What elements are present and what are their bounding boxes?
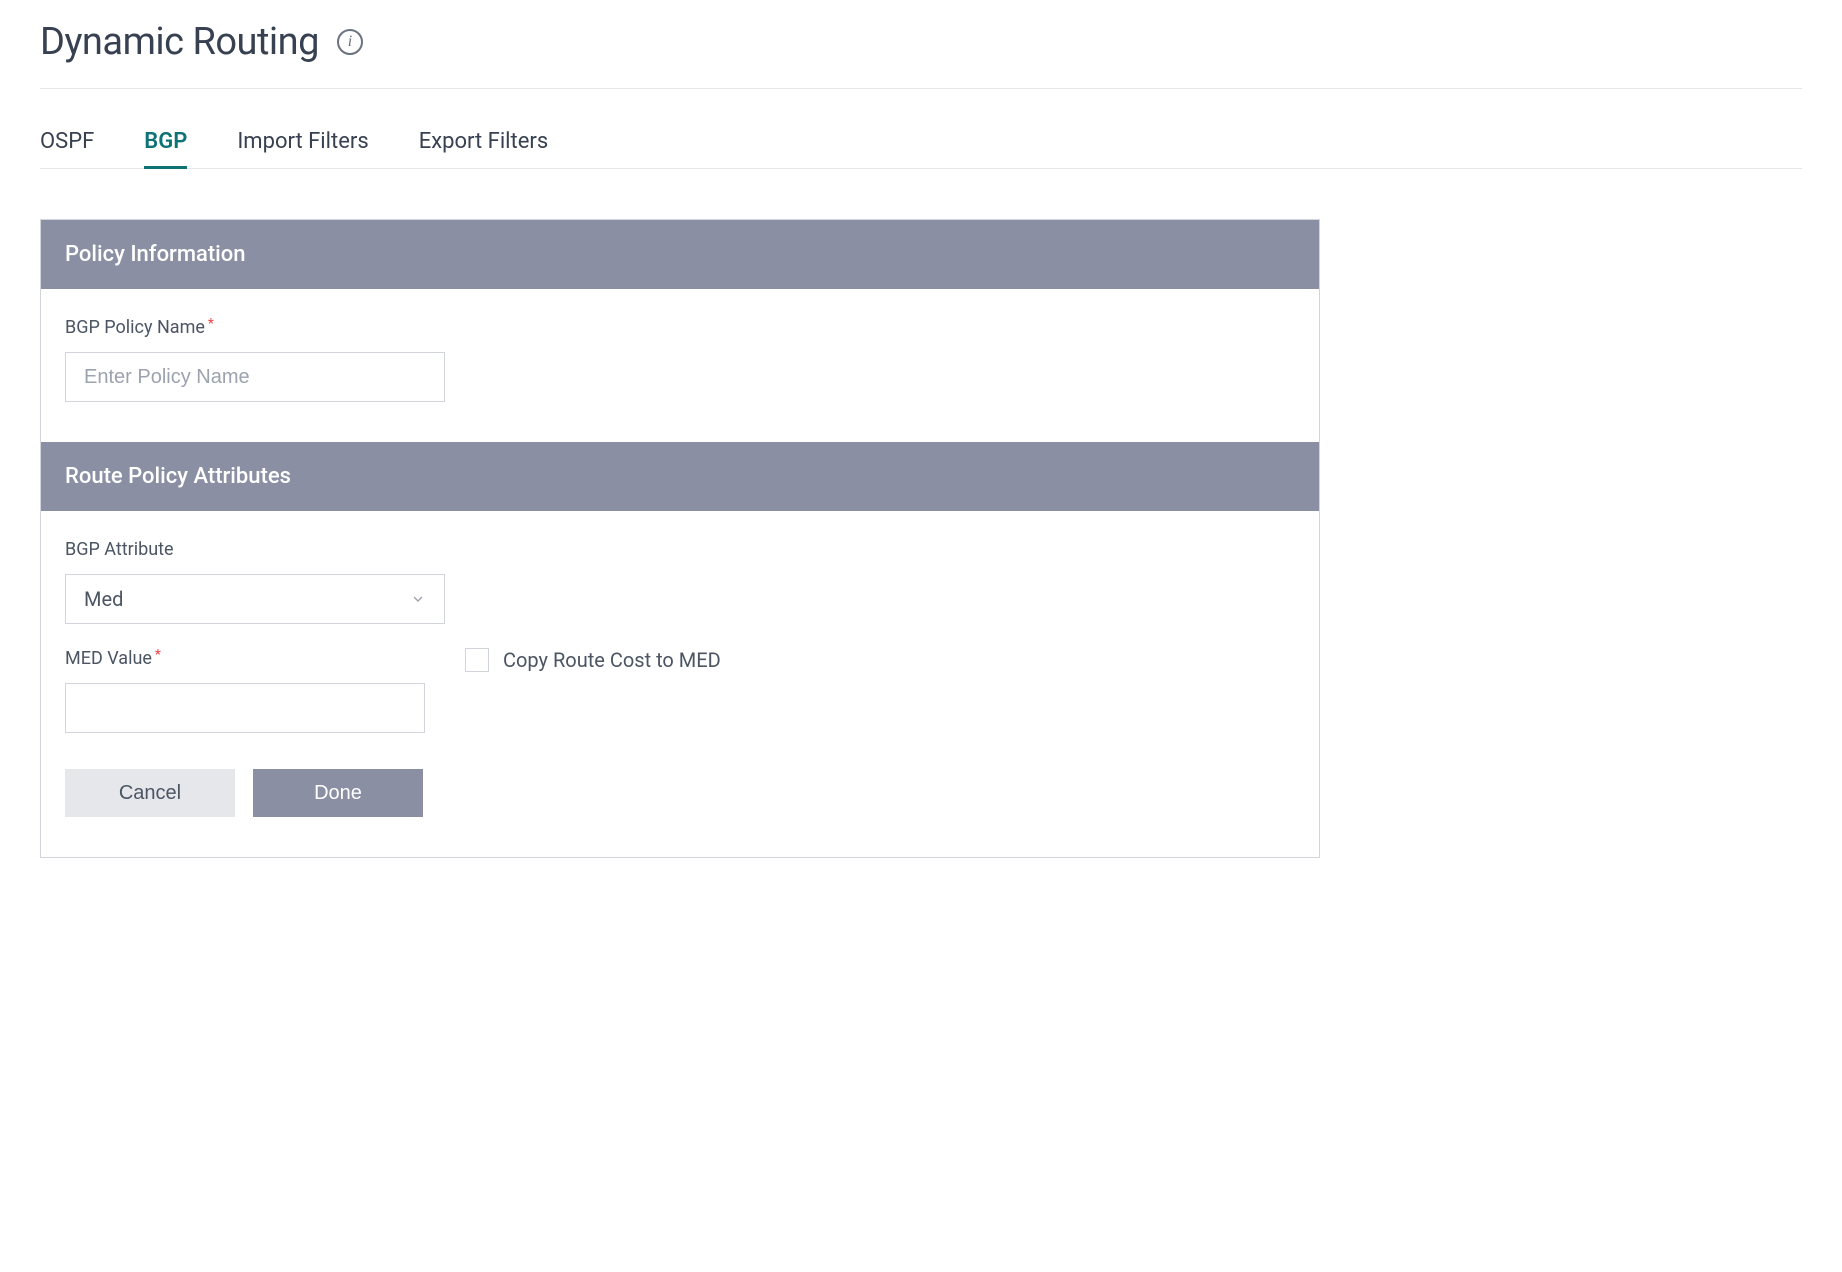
bgp-attribute-label: BGP Attribute [65, 539, 1295, 560]
chevron-down-icon [410, 591, 426, 607]
section-header-route-attributes: Route Policy Attributes [41, 442, 1319, 511]
tab-ospf[interactable]: OSPF [40, 129, 94, 168]
policy-name-label: BGP Policy Name * [65, 317, 1295, 338]
bgp-attribute-value: Med [84, 587, 123, 611]
section-body-route-attributes: BGP Attribute Med MED Value * Copy Route… [41, 511, 1319, 857]
bgp-attribute-select[interactable]: Med [65, 574, 445, 624]
required-indicator: * [155, 648, 161, 662]
required-indicator: * [208, 317, 214, 331]
tab-import-filters[interactable]: Import Filters [237, 129, 368, 168]
info-icon[interactable]: i [337, 29, 363, 55]
section-body-policy-info: BGP Policy Name * [41, 289, 1319, 442]
tab-bgp[interactable]: BGP [144, 129, 187, 169]
page-title: Dynamic Routing [40, 20, 319, 64]
med-value-label: MED Value * [65, 648, 425, 669]
cancel-button[interactable]: Cancel [65, 769, 235, 817]
page-header: Dynamic Routing i [40, 20, 1802, 89]
tab-export-filters[interactable]: Export Filters [419, 129, 549, 168]
section-header-policy-info: Policy Information [41, 220, 1319, 289]
copy-route-cost-checkbox[interactable] [465, 648, 489, 672]
done-button[interactable]: Done [253, 769, 423, 817]
med-value-input[interactable] [65, 683, 425, 733]
form-card: Policy Information BGP Policy Name * Rou… [40, 219, 1320, 858]
tabs-container: OSPF BGP Import Filters Export Filters [40, 89, 1802, 169]
copy-route-cost-label: Copy Route Cost to MED [503, 648, 721, 672]
policy-name-input[interactable] [65, 352, 445, 402]
